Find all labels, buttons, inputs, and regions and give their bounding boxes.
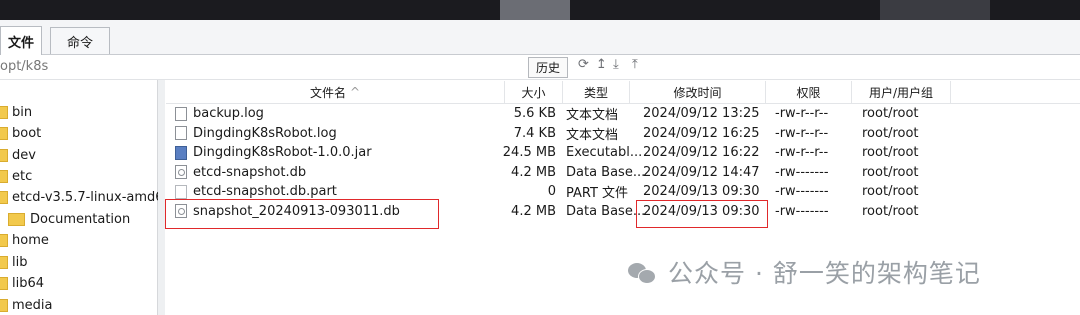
folder-icon	[0, 255, 8, 269]
file-modified: 2024/09/13 09:30	[643, 184, 760, 200]
jar-file-icon	[175, 145, 187, 160]
tree-item-documentation[interactable]: Documentation	[0, 209, 130, 229]
folder-icon	[0, 276, 8, 290]
blank-file-icon	[175, 184, 187, 199]
tab-strip: 文件 命令	[0, 20, 1080, 55]
background-image-fragment	[500, 0, 570, 20]
file-name: DingdingK8sRobot.log	[193, 125, 337, 141]
tree-item-lib64[interactable]: lib64	[0, 273, 44, 293]
file-permission: -rw-r--r--	[775, 106, 829, 122]
path-input[interactable]: opt/k8s	[0, 59, 48, 74]
upload-icon[interactable]: ⤒	[632, 57, 638, 72]
history-button[interactable]: 历史	[528, 57, 568, 78]
watermark: 公众号 · 舒一笑的架构笔记	[628, 254, 981, 290]
file-owner: root/root	[862, 106, 919, 122]
tree-item-etcd[interactable]: etcd-v3.5.7-linux-amd6	[0, 187, 164, 207]
tree-item-lib[interactable]: lib	[0, 252, 27, 272]
file-row[interactable]: etcd-snapshot.db 4.2 MB Data Base... 202…	[166, 163, 1080, 183]
file-type: Executabl...	[566, 145, 643, 161]
folder-icon	[0, 126, 8, 140]
top-window-strip	[0, 0, 1080, 20]
up-icon[interactable]: ↥	[596, 57, 607, 72]
file-permission: -rw-------	[775, 203, 829, 219]
tab-commands[interactable]: 命令	[50, 27, 110, 54]
tree-item-bin[interactable]: bin	[0, 102, 32, 122]
tree-item-boot[interactable]: boot	[0, 123, 41, 143]
file-size: 4.2 MB	[511, 203, 556, 219]
file-owner: root/root	[862, 164, 919, 180]
folder-icon	[8, 212, 25, 226]
highlight-box-modified	[636, 200, 768, 228]
file-name: DingdingK8sRobot-1.0.0.jar	[193, 145, 372, 161]
file-permission: -rw-------	[775, 184, 829, 200]
file-size: 24.5 MB	[502, 145, 556, 161]
pane-splitter[interactable]	[158, 80, 165, 315]
file-row[interactable]: DingdingK8sRobot-1.0.0.jar 24.5 MB Execu…	[166, 143, 1080, 163]
path-bar: opt/k8s 历史 ⟳ ↥ ⤓ ⤒	[0, 55, 1080, 80]
column-name-header[interactable]: 文件名 ^	[166, 81, 505, 103]
file-name: etcd-snapshot.db	[193, 164, 307, 180]
file-type: 文本文档	[566, 127, 619, 143]
file-type: PART 文件	[566, 186, 629, 202]
file-name: backup.log	[193, 106, 264, 122]
file-modified: 2024/09/12 13:25	[643, 106, 760, 122]
folder-icon	[0, 298, 8, 312]
file-size: 7.4 KB	[513, 125, 556, 141]
database-file-icon	[175, 165, 187, 180]
column-type-header[interactable]: 类型	[563, 81, 630, 103]
column-modified-header[interactable]: 修改时间	[630, 81, 766, 103]
file-modified: 2024/09/12 16:22	[643, 145, 760, 161]
text-file-icon	[175, 126, 187, 141]
file-type: Data Base...	[566, 203, 646, 219]
watermark-text: 公众号 · 舒一笑的架构笔记	[668, 259, 981, 288]
folder-icon	[0, 190, 8, 204]
file-row[interactable]: DingdingK8sRobot.log 7.4 KB 文本文档 2024/09…	[166, 124, 1080, 144]
highlight-box-filename	[165, 199, 439, 229]
file-owner: root/root	[862, 125, 919, 141]
column-owner-header[interactable]: 用户/用户组	[852, 81, 951, 103]
folder-icon	[0, 148, 8, 162]
file-owner: root/root	[862, 203, 919, 219]
file-modified: 2024/09/12 14:47	[643, 164, 760, 180]
file-row[interactable]: backup.log 5.6 KB 文本文档 2024/09/12 13:25 …	[166, 104, 1080, 124]
column-size-header[interactable]: 大小	[505, 81, 563, 103]
folder-icon	[0, 169, 8, 183]
sort-asc-icon: ^	[349, 85, 361, 99]
column-permission-header[interactable]: 权限	[766, 81, 852, 103]
file-owner: root/root	[862, 184, 919, 200]
file-size: 4.2 MB	[511, 164, 556, 180]
wechat-icon	[628, 261, 656, 284]
tab-files[interactable]: 文件	[0, 26, 42, 55]
folder-icon	[0, 233, 8, 247]
tree-item-media[interactable]: media	[0, 295, 53, 315]
tree-item-dev[interactable]: dev	[0, 145, 36, 165]
file-permission: -rw-r--r--	[775, 125, 829, 141]
file-permission: -rw-r--r--	[775, 145, 829, 161]
download-icon[interactable]: ⤓	[613, 57, 619, 72]
file-list-header: 文件名 ^ 大小 类型 修改时间 权限 用户/用户组	[166, 81, 1080, 104]
file-type: Data Base...	[566, 164, 646, 180]
folder-icon	[0, 105, 8, 119]
tree-item-home[interactable]: home	[0, 230, 49, 250]
text-file-icon	[175, 106, 187, 121]
refresh-icon[interactable]: ⟳	[578, 57, 589, 72]
tree-item-etc[interactable]: etc	[0, 166, 32, 186]
directory-tree: bin boot dev etc etcd-v3.5.7-linux-amd6 …	[0, 80, 164, 315]
file-type: 文本文档	[566, 108, 619, 124]
file-size: 0	[547, 184, 556, 200]
file-size: 5.6 KB	[513, 106, 556, 122]
file-modified: 2024/09/12 16:25	[643, 125, 760, 141]
file-name: etcd-snapshot.db.part	[193, 184, 337, 200]
file-owner: root/root	[862, 145, 919, 161]
background-image-fragment	[880, 0, 990, 20]
file-permission: -rw-------	[775, 164, 829, 180]
